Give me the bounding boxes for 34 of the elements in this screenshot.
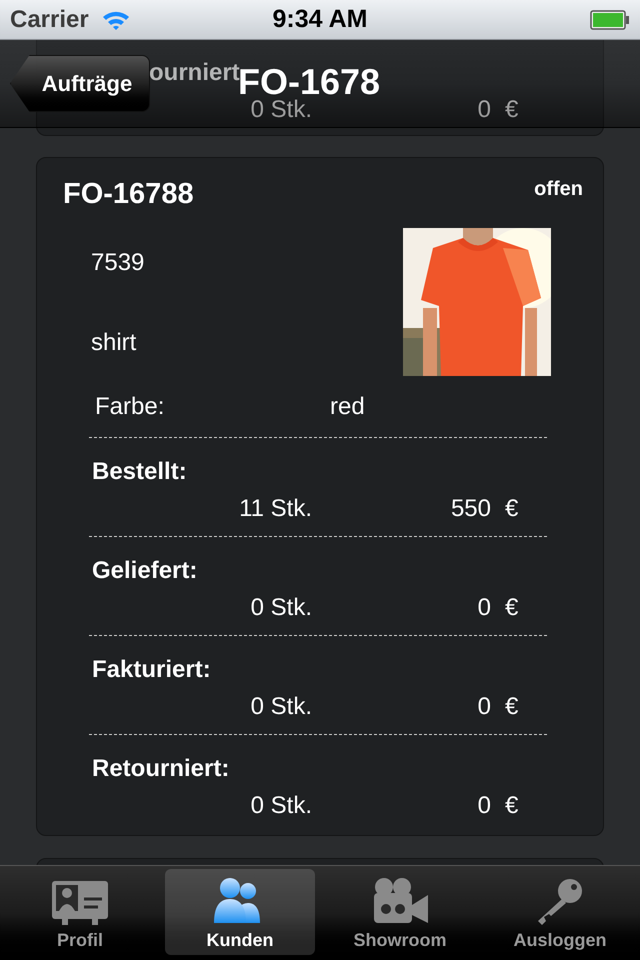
tab[interactable]: Showroom <box>325 869 475 955</box>
amount-text: 0 <box>478 593 491 623</box>
amount-text: 0 <box>478 692 491 722</box>
article-name: shirt <box>91 328 138 358</box>
order-number: FO-16788 <box>63 177 194 212</box>
battery-icon <box>590 10 630 30</box>
tab[interactable]: Profil <box>5 869 155 955</box>
quantity-text: 0 Stk. <box>250 593 312 623</box>
clock: 9:34 AM <box>272 4 368 35</box>
quantity-text: 0 Stk. <box>250 791 312 821</box>
amount-text: 0 <box>478 791 491 821</box>
currency-text: € <box>505 494 518 524</box>
article-number: 7539 <box>91 248 144 278</box>
carrier-label: Carrier <box>10 4 89 34</box>
section-label: Fakturiert: <box>92 655 211 685</box>
color-value: red <box>330 392 365 422</box>
section-label: ourniert <box>149 58 240 88</box>
currency-text: € <box>505 692 518 722</box>
currency-text: € <box>505 791 518 821</box>
amount-text: 0 <box>478 95 491 125</box>
quantity-text: 0 Stk. <box>250 692 312 722</box>
color-label: Farbe: <box>95 392 166 422</box>
section-label: Geliefert: <box>92 556 198 586</box>
currency-text: € <box>505 95 518 125</box>
amount-text: 550 <box>450 494 491 524</box>
quantity-text: 11 Stk. <box>239 494 312 524</box>
tab[interactable]: Ausloggen <box>485 869 635 955</box>
currency-text: € <box>505 593 518 623</box>
back-button[interactable]: Aufträge <box>10 55 150 112</box>
quantity-text: 0 Stk. <box>250 95 312 125</box>
tab[interactable]: Kunden <box>165 869 315 955</box>
section-label: Retourniert: <box>92 754 230 784</box>
section-label: Bestellt: <box>92 457 187 487</box>
status-label: offen <box>534 177 583 202</box>
